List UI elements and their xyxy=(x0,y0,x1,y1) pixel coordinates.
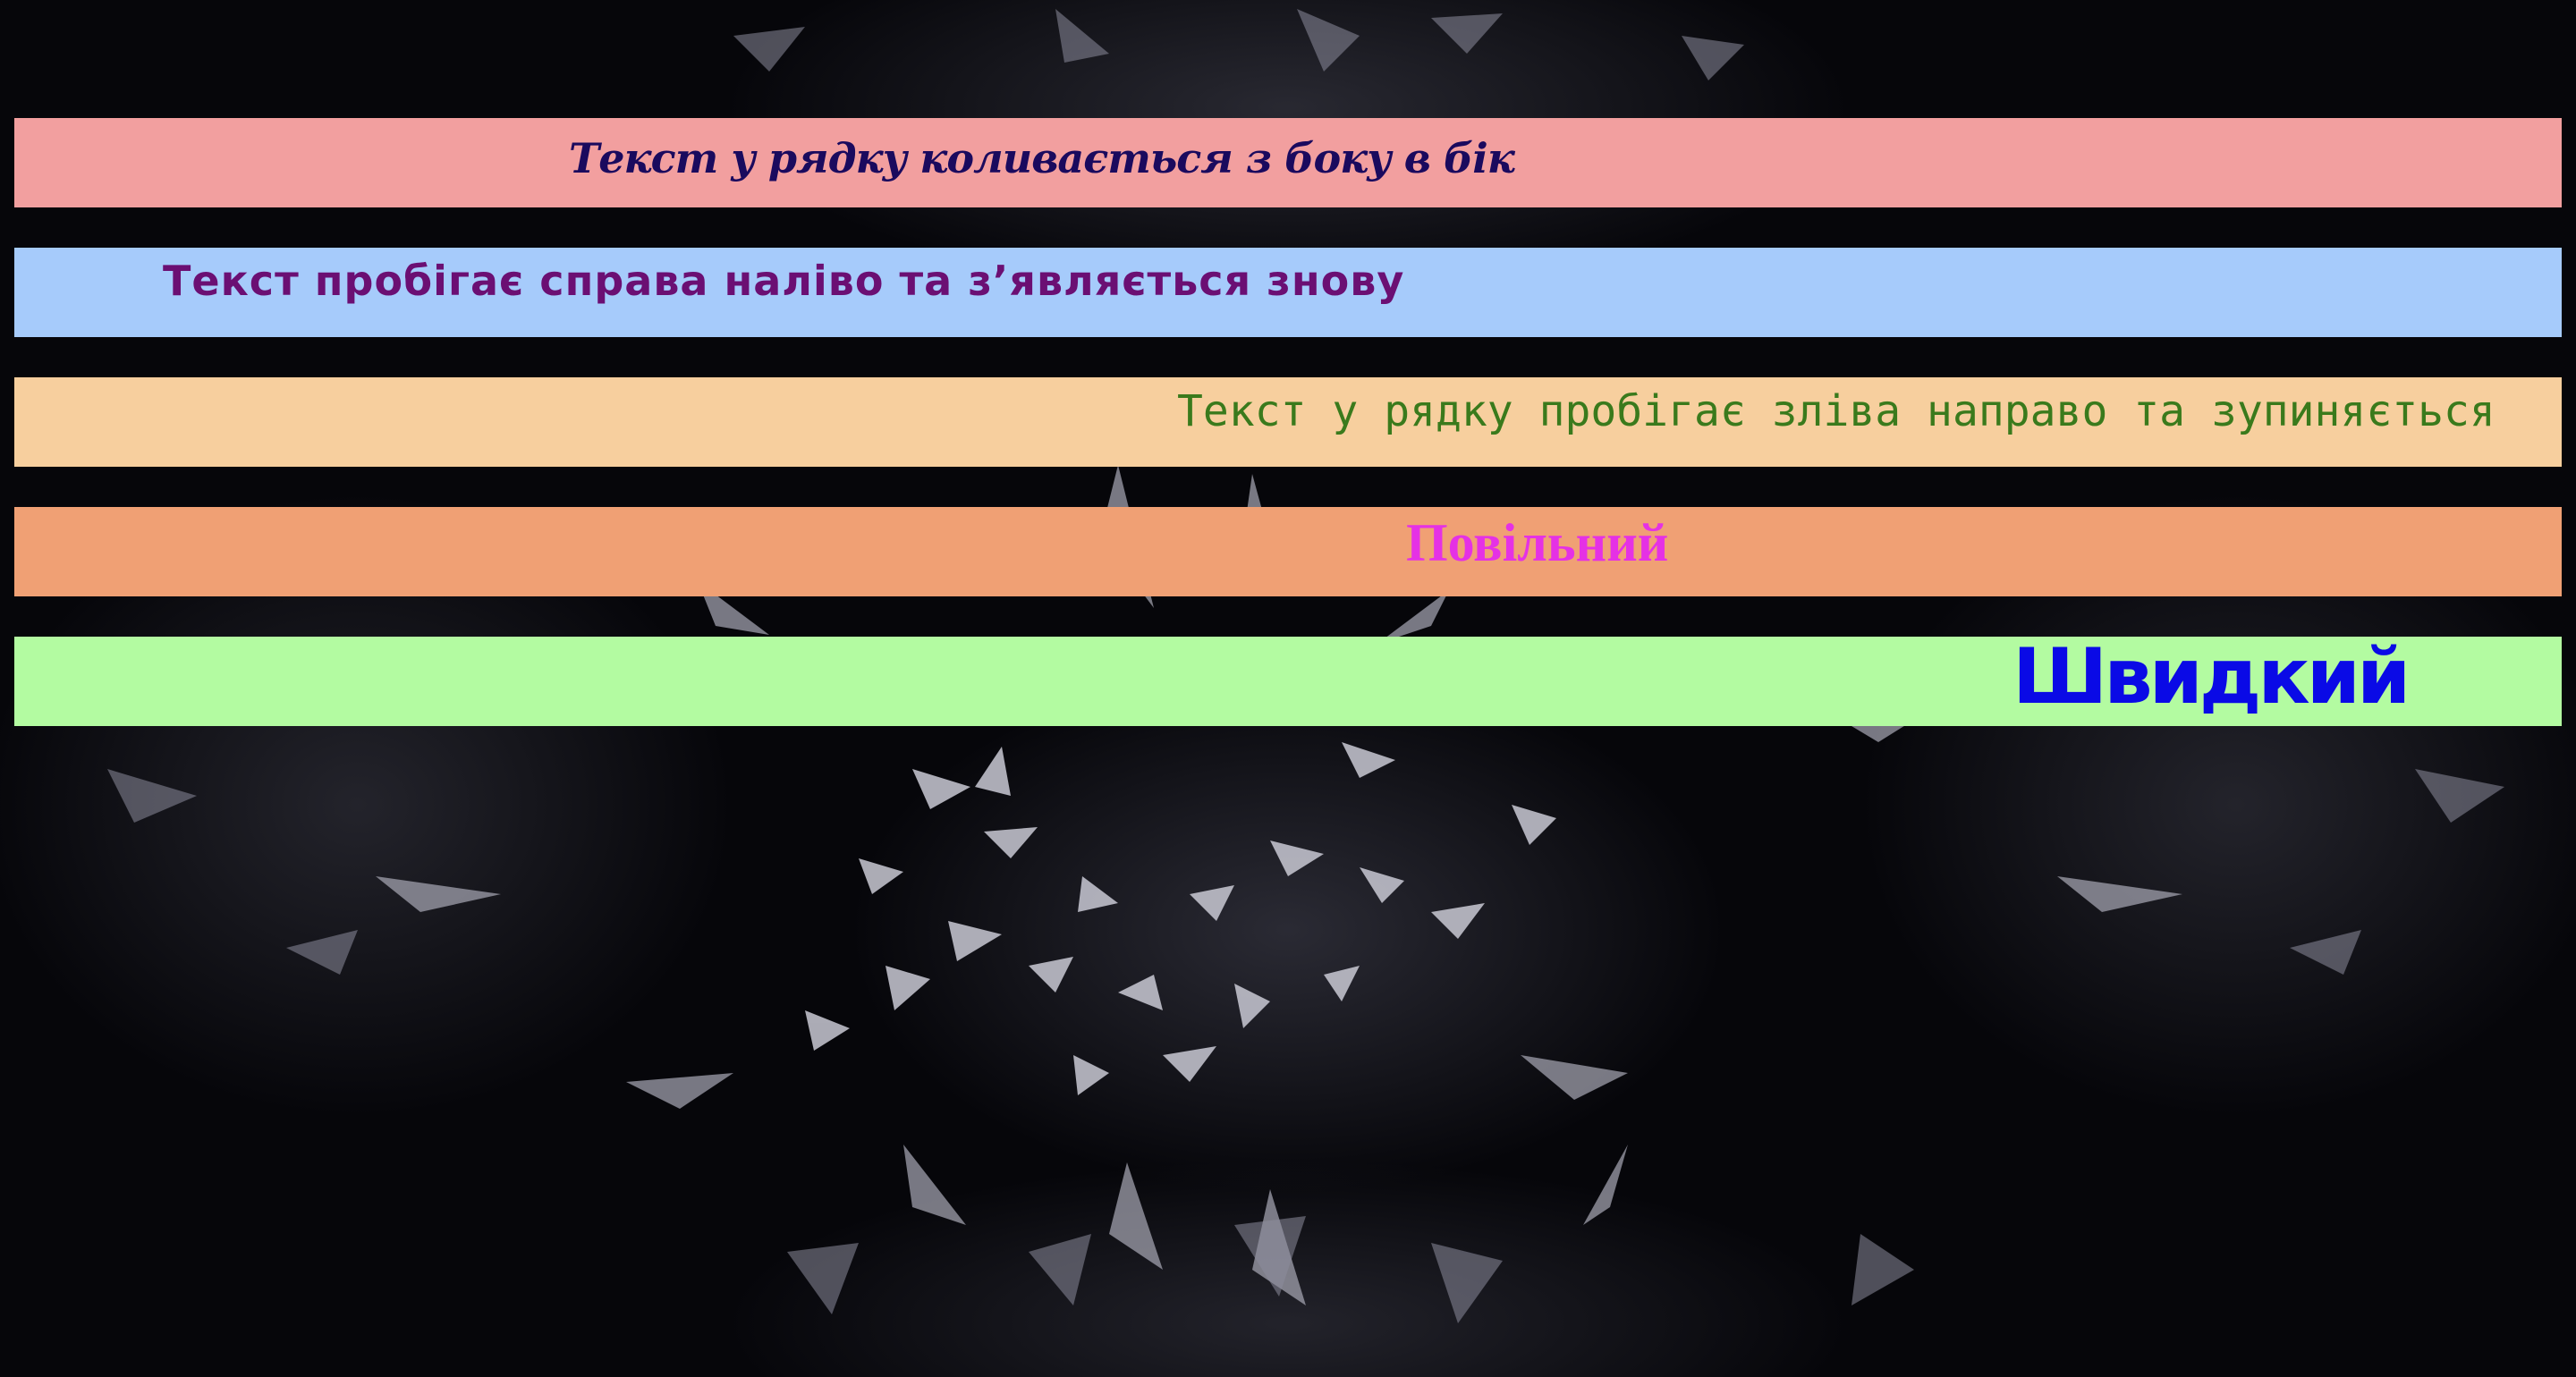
marquee-scroll-left-text: Текст пробігає справа наліво та з’являєт… xyxy=(163,257,1405,305)
marquee-fast: Швидкий xyxy=(14,637,2562,726)
marquee-swing-text: Текст у рядку коливається з боку в бік xyxy=(569,134,1515,182)
marquee-fast-text: Швидкий xyxy=(2012,637,2411,722)
marquee-slow: Повільний xyxy=(14,507,2562,596)
marquee-scroll-left: Текст пробігає справа наліво та з’являєт… xyxy=(14,248,2562,337)
marquee-slow-text: Повільний xyxy=(1406,513,1669,572)
marquee-swing: Текст у рядку коливається з боку в бік xyxy=(14,118,2562,207)
marquee-slide-right-text: Текст у рядку пробігає зліва направо та … xyxy=(1177,386,2496,436)
page: Текст у рядку коливається з боку в бік Т… xyxy=(0,0,2576,1377)
marquee-slide-right: Текст у рядку пробігає зліва направо та … xyxy=(14,377,2562,467)
